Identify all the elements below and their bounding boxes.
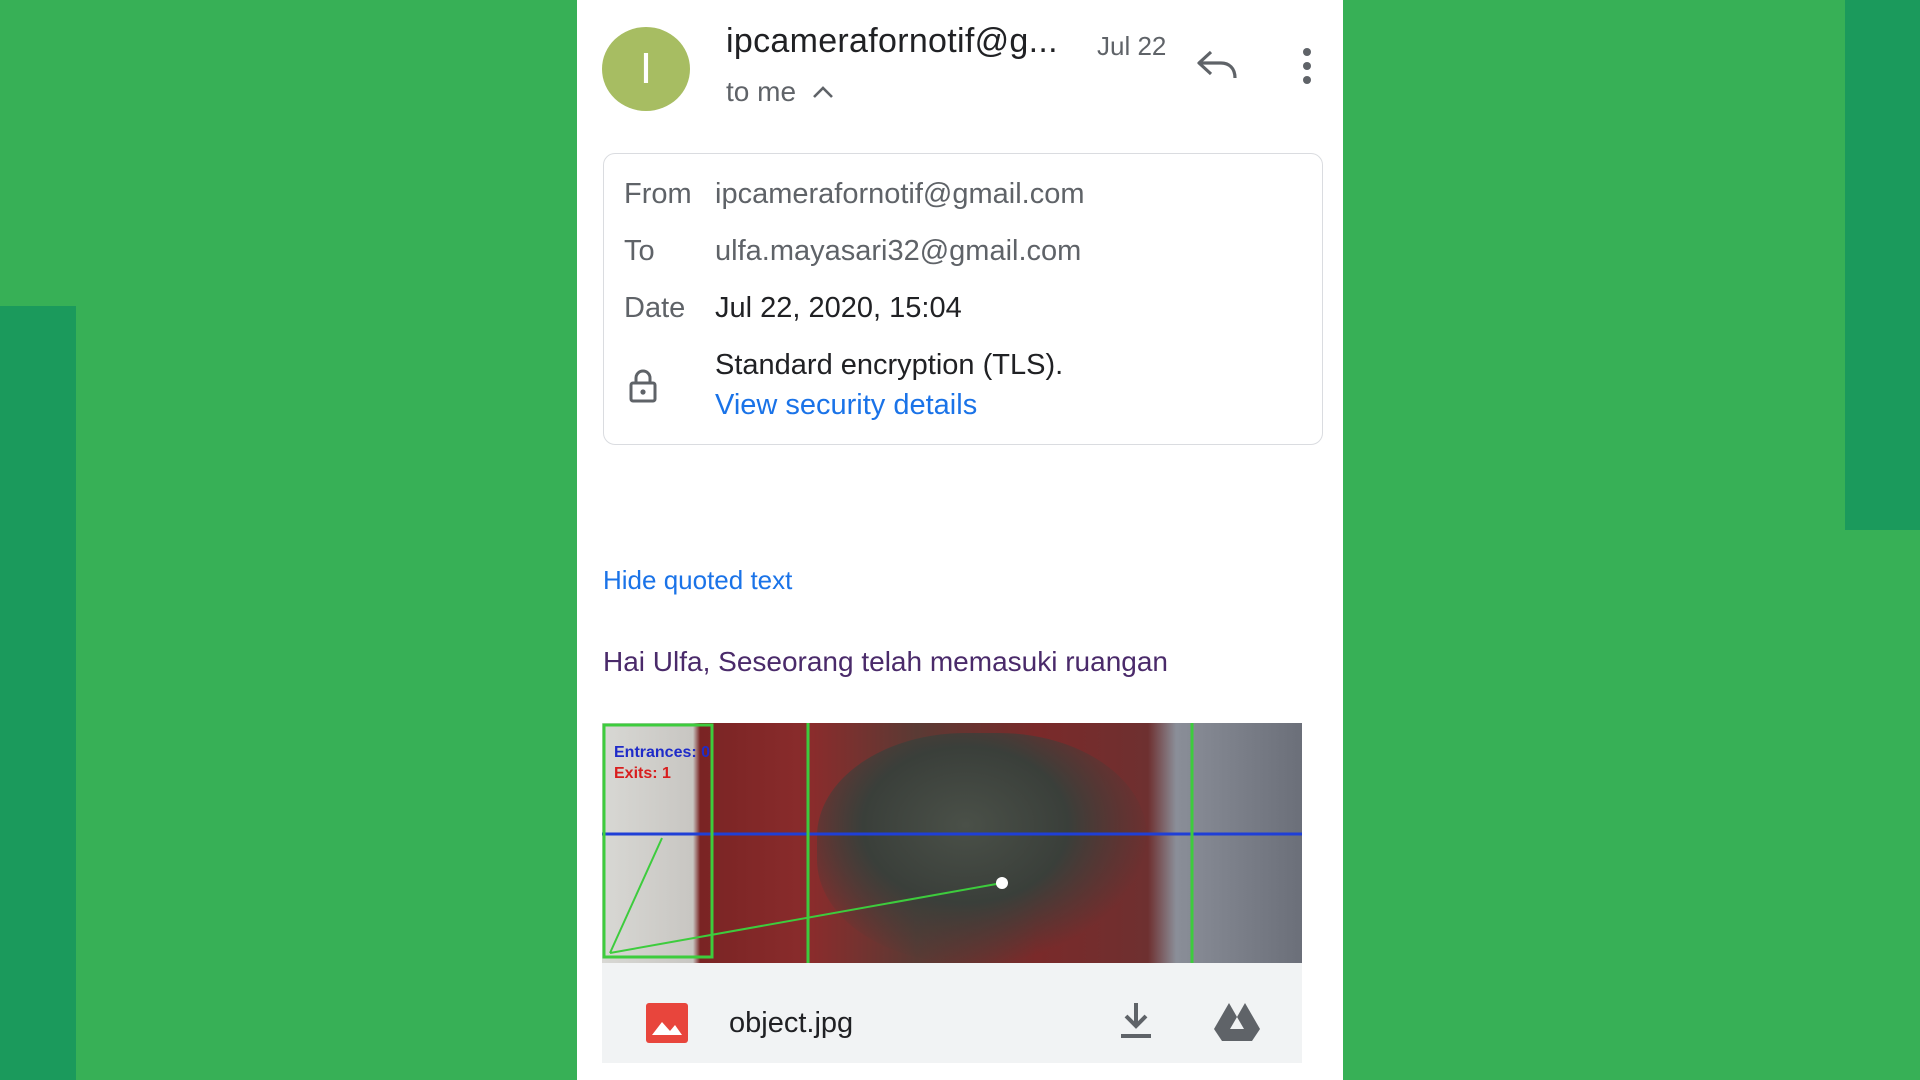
avatar[interactable]: I bbox=[602, 27, 690, 111]
date-label: Date bbox=[624, 292, 686, 324]
attachment-bar: object.jpg bbox=[602, 963, 1302, 1063]
email-date: Jul 22 bbox=[1097, 31, 1167, 61]
download-button[interactable] bbox=[1118, 1001, 1154, 1046]
to-value[interactable]: ulfa.mayasari32@gmail.com bbox=[715, 235, 1081, 268]
from-value[interactable]: ipcamerafornotif@gmail.com bbox=[715, 178, 1085, 211]
more-options-button[interactable] bbox=[1301, 46, 1313, 91]
recipient-toggle[interactable]: to me bbox=[726, 76, 834, 108]
email-view: I ipcamerafornotif@g... Jul 22 to me Fro… bbox=[577, 0, 1343, 1080]
attachment-preview[interactable]: Entrances: 0 Exits: 1 bbox=[602, 723, 1302, 963]
drive-icon bbox=[1214, 1003, 1260, 1041]
to-label: To bbox=[624, 235, 655, 267]
save-to-drive-button[interactable] bbox=[1212, 1001, 1262, 1048]
preview-entrances-text: Entrances: 0 bbox=[614, 744, 711, 761]
recipient-label: to me bbox=[726, 76, 797, 107]
reply-icon bbox=[1197, 50, 1237, 79]
from-label: From bbox=[624, 178, 692, 210]
message-body: Hai Ulfa, Seseorang telah memasuki ruang… bbox=[603, 646, 1168, 677]
attachment-filename[interactable]: object.jpg bbox=[729, 1007, 853, 1040]
more-vert-icon bbox=[1303, 48, 1311, 84]
chevron-up-icon bbox=[812, 85, 834, 99]
lock-icon bbox=[628, 368, 658, 409]
reply-button[interactable] bbox=[1195, 48, 1239, 87]
hide-quoted-text-link[interactable]: Hide quoted text bbox=[603, 565, 792, 596]
download-icon bbox=[1121, 1003, 1151, 1038]
message-details-card: From ipcamerafornotif@gmail.com To ulfa.… bbox=[603, 153, 1323, 445]
view-security-details-link[interactable]: View security details bbox=[715, 389, 977, 422]
decorative-panel-left bbox=[0, 306, 76, 1080]
preview-exits-text: Exits: 1 bbox=[614, 765, 671, 782]
encryption-text: Standard encryption (TLS). bbox=[715, 349, 1064, 381]
decorative-panel-right bbox=[1845, 0, 1920, 530]
image-icon bbox=[646, 1003, 688, 1048]
sender-name: ipcamerafornotif@g... bbox=[726, 22, 1058, 60]
date-value: Jul 22, 2020, 15:04 bbox=[715, 292, 962, 324]
